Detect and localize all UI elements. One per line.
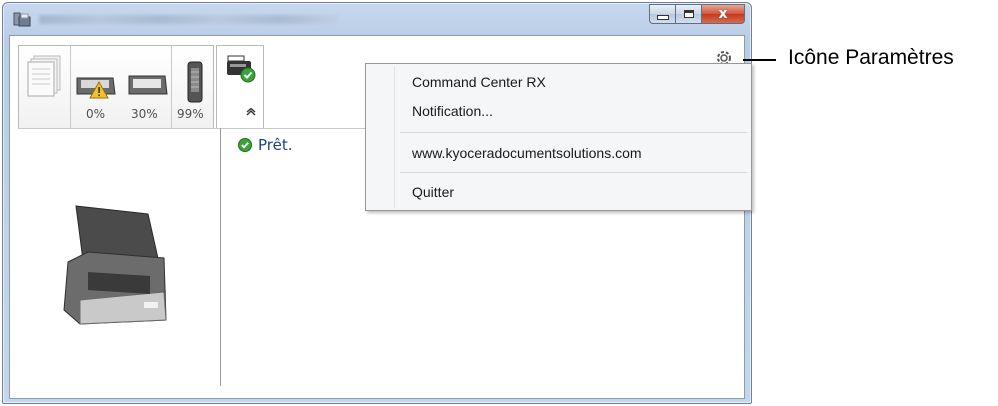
status-text: Prêt. bbox=[258, 136, 293, 154]
tab-divider bbox=[70, 46, 71, 129]
tray1-percent: 0% bbox=[86, 107, 106, 121]
minimize-button[interactable] bbox=[649, 4, 675, 24]
status-line: Prêt. bbox=[238, 136, 293, 154]
menu-item-quit[interactable]: Quitter bbox=[412, 184, 454, 200]
pane-divider bbox=[220, 128, 221, 386]
menu-separator bbox=[400, 172, 747, 173]
maximize-button[interactable] bbox=[675, 4, 701, 24]
tab-strip: 0% 30% 99% bbox=[18, 45, 214, 129]
printer-app-icon bbox=[13, 12, 31, 27]
printer-ok-icon bbox=[227, 55, 256, 83]
tab-divider bbox=[171, 46, 172, 129]
close-button[interactable]: x bbox=[701, 4, 745, 24]
ready-check-icon bbox=[238, 138, 252, 152]
menu-separator bbox=[400, 132, 747, 133]
window-title-blurred bbox=[39, 15, 339, 24]
collapse-icon[interactable] bbox=[246, 107, 256, 119]
callout-label: Icône Paramètres bbox=[788, 46, 954, 69]
callout-line bbox=[743, 59, 776, 61]
paper-tray-warning-icon[interactable] bbox=[75, 68, 119, 102]
printer-image bbox=[63, 205, 167, 325]
settings-context-menu: Command Center RX Notification... www.ky… bbox=[365, 63, 752, 211]
toner-percent: 99% bbox=[177, 107, 204, 121]
minimize-icon bbox=[656, 14, 669, 20]
device-status-tab[interactable] bbox=[216, 45, 264, 129]
menu-item-command-center[interactable]: Command Center RX bbox=[412, 74, 546, 90]
title-bar[interactable]: x bbox=[3, 3, 751, 35]
close-icon: x bbox=[718, 6, 728, 22]
device-image-pane bbox=[10, 128, 220, 390]
toner-icon[interactable] bbox=[185, 60, 205, 104]
menu-item-website[interactable]: www.kyoceradocumentsolutions.com bbox=[412, 145, 642, 161]
menu-gutter bbox=[394, 66, 395, 208]
menu-item-notification[interactable]: Notification... bbox=[412, 103, 493, 119]
maximize-icon bbox=[683, 10, 694, 18]
paper-tray-icon[interactable] bbox=[127, 70, 169, 100]
print-queue-icon[interactable] bbox=[25, 54, 65, 104]
caption-buttons: x bbox=[649, 4, 745, 26]
tray2-percent: 30% bbox=[131, 107, 158, 121]
